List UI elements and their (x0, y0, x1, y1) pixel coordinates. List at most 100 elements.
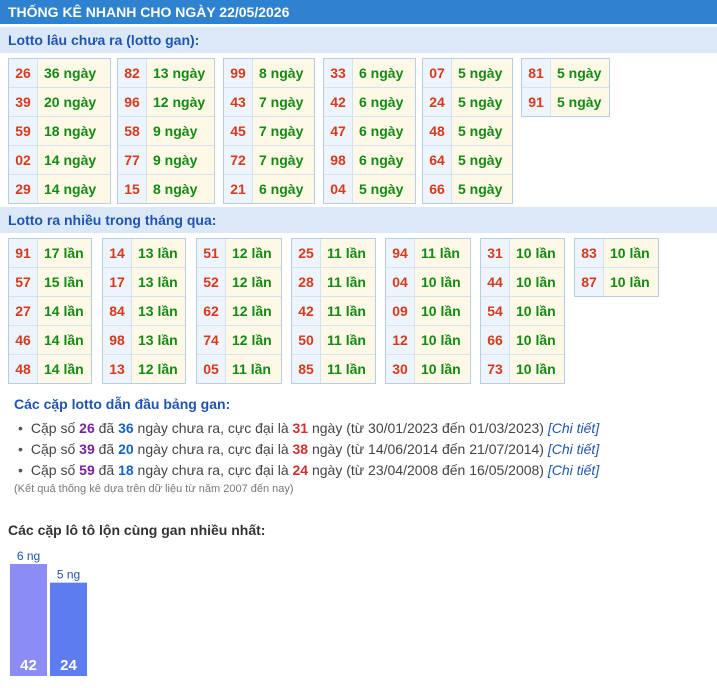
frequent-count: 14 lần (38, 355, 91, 383)
detail-link[interactable]: [Chi tiết] (548, 420, 599, 436)
gan-count: 5 ngày (452, 175, 512, 203)
frequent-block: 94 11 lần 04 10 lần 09 10 lần 12 10 lần 30 10 lần (385, 238, 471, 384)
gan-row: 96 12 ngày (118, 87, 214, 116)
lotto-number[interactable]: 74 (197, 326, 226, 354)
lotto-number[interactable]: 27 (9, 297, 38, 325)
detail-link[interactable]: [Chi tiết] (548, 441, 599, 457)
lotto-number[interactable]: 94 (386, 239, 415, 267)
pair-text: Cặp số (30, 420, 80, 436)
pair-number: 26 (79, 420, 95, 436)
lotto-number[interactable]: 25 (292, 239, 321, 267)
lotto-number[interactable]: 15 (118, 175, 147, 203)
lotto-number[interactable]: 05 (197, 355, 226, 383)
frequent-row: 48 14 lần (9, 354, 91, 383)
data-source-note: (Kết quả thống kê dựa trên dữ liệu từ nă… (14, 483, 294, 495)
gan-count: 5 ngày (551, 59, 609, 87)
lotto-number[interactable]: 83 (575, 239, 604, 267)
frequent-block: 14 13 lần 17 13 lần 84 13 lần 98 13 lần 13 12 lần (102, 238, 186, 384)
lotto-number[interactable]: 91 (522, 88, 551, 116)
lotto-number[interactable]: 57 (9, 268, 38, 296)
lotto-number[interactable]: 59 (9, 117, 38, 145)
lotto-number[interactable]: 72 (224, 146, 253, 174)
detail-link[interactable]: [Chi tiết] (548, 462, 599, 478)
lotto-number[interactable]: 58 (118, 117, 147, 145)
lotto-number[interactable]: 98 (103, 326, 132, 354)
gan-row: 98 6 ngày (324, 145, 415, 174)
lotto-number[interactable]: 21 (224, 175, 253, 203)
lotto-number[interactable]: 77 (118, 146, 147, 174)
lotto-number[interactable]: 44 (481, 268, 510, 296)
frequent-row: 13 12 lần (103, 354, 185, 383)
bullet-icon: • (18, 441, 23, 457)
gan-row: 81 5 ngày (522, 59, 609, 87)
bar-category-label: 24 (60, 657, 77, 674)
lotto-number[interactable]: 48 (423, 117, 452, 145)
frequent-count: 10 lần (415, 268, 470, 296)
frequent-count: 10 lần (604, 268, 658, 296)
frequent-block: 91 17 lần 57 15 lần 27 14 lần 46 14 lần 48 14 lần (8, 238, 92, 384)
frequent-count: 15 lần (38, 268, 91, 296)
lotto-number[interactable]: 81 (522, 59, 551, 87)
frequent-count: 11 lần (321, 297, 375, 325)
lotto-number[interactable]: 51 (197, 239, 226, 267)
lotto-number[interactable]: 64 (423, 146, 452, 174)
frequent-row: 85 11 lần (292, 354, 375, 383)
pair-text: ngày (từ 30/01/2023 đến 01/03/2023) (308, 420, 548, 436)
gan-row: 39 20 ngày (9, 87, 110, 116)
lotto-number[interactable]: 39 (9, 88, 38, 116)
lotto-number[interactable]: 24 (423, 88, 452, 116)
lotto-number[interactable]: 13 (103, 355, 132, 383)
lotto-number[interactable]: 30 (386, 355, 415, 383)
lotto-number[interactable]: 31 (481, 239, 510, 267)
frequent-count: 10 lần (415, 355, 470, 383)
lotto-number[interactable]: 47 (324, 117, 353, 145)
lotto-number[interactable]: 62 (197, 297, 226, 325)
lotto-number[interactable]: 66 (481, 326, 510, 354)
lotto-number[interactable]: 43 (224, 88, 253, 116)
lotto-number[interactable]: 29 (9, 175, 38, 203)
lotto-number[interactable]: 04 (386, 268, 415, 296)
lotto-number[interactable]: 85 (292, 355, 321, 383)
lotto-number[interactable]: 84 (103, 297, 132, 325)
frequent-count: 10 lần (415, 297, 470, 325)
gan-block: 82 13 ngày 96 12 ngày 58 9 ngày 77 9 ngày 15 8 ng… (117, 58, 215, 204)
lotto-number[interactable]: 98 (324, 146, 353, 174)
frequent-row: 05 11 lần (197, 354, 281, 383)
lotto-number[interactable]: 42 (292, 297, 321, 325)
lotto-number[interactable]: 52 (197, 268, 226, 296)
lotto-number[interactable]: 91 (9, 239, 38, 267)
lotto-number[interactable]: 42 (324, 88, 353, 116)
lotto-number[interactable]: 54 (481, 297, 510, 325)
gan-row: 07 5 ngày (423, 59, 512, 87)
lotto-number[interactable]: 48 (9, 355, 38, 383)
lotto-number[interactable]: 28 (292, 268, 321, 296)
gan-count: 7 ngày (253, 88, 314, 116)
gan-count: 5 ngày (452, 146, 512, 174)
lotto-number[interactable]: 66 (423, 175, 452, 203)
gan-row: 66 5 ngày (423, 174, 512, 203)
lotto-number[interactable]: 26 (9, 59, 38, 87)
lotto-number[interactable]: 07 (423, 59, 452, 87)
gan-row: 45 7 ngày (224, 116, 314, 145)
frequent-row: 84 13 lần (103, 296, 185, 325)
frequent-count: 12 lần (226, 297, 281, 325)
lotto-number[interactable]: 33 (324, 59, 353, 87)
lotto-number[interactable]: 96 (118, 88, 147, 116)
frequent-row: 54 10 lần (481, 296, 564, 325)
lotto-number[interactable]: 14 (103, 239, 132, 267)
pair-text: đã (94, 441, 119, 457)
lotto-number[interactable]: 82 (118, 59, 147, 87)
lotto-number[interactable]: 99 (224, 59, 253, 87)
pair-text: ngày (từ 14/06/2014 đến 21/07/2014) (308, 441, 548, 457)
gan-row: 02 14 ngày (9, 145, 110, 174)
lotto-number[interactable]: 17 (103, 268, 132, 296)
lotto-number[interactable]: 73 (481, 355, 510, 383)
lotto-number[interactable]: 04 (324, 175, 353, 203)
lotto-number[interactable]: 46 (9, 326, 38, 354)
lotto-number[interactable]: 50 (292, 326, 321, 354)
lotto-number[interactable]: 02 (9, 146, 38, 174)
lotto-number[interactable]: 45 (224, 117, 253, 145)
lotto-number[interactable]: 87 (575, 268, 604, 296)
lotto-number[interactable]: 09 (386, 297, 415, 325)
lotto-number[interactable]: 12 (386, 326, 415, 354)
